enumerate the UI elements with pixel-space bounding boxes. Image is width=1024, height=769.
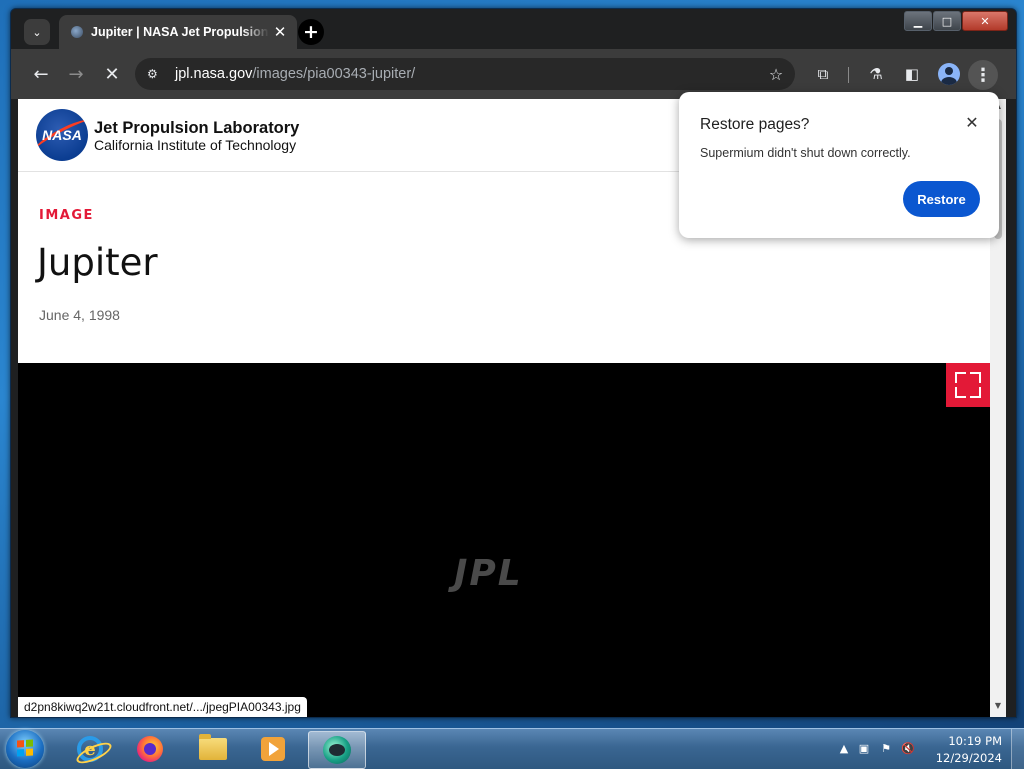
taskbar: e ▲ ▣ ⚑ 🔇 10:19 PM 12/29/2024 xyxy=(0,728,1024,769)
extensions-icon[interactable]: ⧉ xyxy=(811,62,835,86)
network-icon[interactable]: ▣ xyxy=(856,741,872,757)
tray-expand-icon[interactable]: ▲ xyxy=(836,741,852,757)
lab-name[interactable]: Jet Propulsion Laboratory xyxy=(94,119,299,138)
title-bar: ⌄ Jupiter | NASA Jet Propulsion Laborato… xyxy=(11,9,1016,49)
tab-title: Jupiter | NASA Jet Propulsion Laboratory xyxy=(91,25,269,39)
stop-loading-button[interactable]: ✕ xyxy=(99,61,125,87)
fullscreen-icon xyxy=(955,372,966,383)
fullscreen-corner xyxy=(955,387,966,398)
link-status-bubble: d2pn8kiwq2w21t.cloudfront.net/.../jpegPI… xyxy=(18,697,307,717)
start-button[interactable] xyxy=(6,730,44,768)
supermium-icon xyxy=(323,736,351,764)
media-player-icon xyxy=(261,737,285,761)
profile-avatar[interactable] xyxy=(938,63,960,85)
publish-date: June 4, 1998 xyxy=(39,307,120,323)
side-panel-icon[interactable]: ◧ xyxy=(900,62,924,86)
taskbar-file-explorer[interactable] xyxy=(185,731,241,767)
taskbar-firefox[interactable] xyxy=(122,731,178,767)
nasa-logo-text: NASA xyxy=(42,127,82,143)
fullscreen-corner xyxy=(970,387,981,398)
restore-dialog-message: Supermium didn't shut down correctly. xyxy=(700,146,911,160)
browser-tab[interactable]: Jupiter | NASA Jet Propulsion Laboratory… xyxy=(59,15,297,49)
labs-icon[interactable]: ⚗ xyxy=(864,62,888,86)
forward-button[interactable]: → xyxy=(63,61,89,87)
tab-close-icon[interactable]: ✕ xyxy=(269,23,291,41)
internet-explorer-icon: e xyxy=(77,736,103,762)
volume-muted-icon[interactable]: 🔇 xyxy=(900,741,916,757)
nasa-logo[interactable]: NASA xyxy=(36,109,88,161)
url-text[interactable]: jpl.nasa.gov/images/pia00343-jupiter/ xyxy=(175,66,761,82)
restore-pages-dialog: Restore pages? ✕ Supermium didn't shut d… xyxy=(679,92,999,238)
tab-search-button[interactable]: ⌄ xyxy=(24,19,50,45)
file-explorer-icon xyxy=(199,734,227,760)
fullscreen-button[interactable] xyxy=(946,363,990,407)
url-path: /images/pia00343-jupiter/ xyxy=(252,66,416,82)
page-title: Jupiter xyxy=(37,241,158,284)
taskbar-internet-explorer[interactable]: e xyxy=(62,731,118,767)
close-window-button[interactable]: ✕ xyxy=(962,11,1008,31)
restore-button[interactable]: Restore xyxy=(903,181,980,217)
minimize-button[interactable]: ▁ xyxy=(904,11,932,31)
jpl-favicon-icon xyxy=(71,26,83,38)
fullscreen-corner xyxy=(970,372,981,383)
restore-dialog-title: Restore pages? xyxy=(700,116,810,133)
dialog-close-icon[interactable]: ✕ xyxy=(961,112,983,134)
lab-subtitle[interactable]: California Institute of Technology xyxy=(94,137,296,153)
taskbar-media-player[interactable] xyxy=(245,731,301,767)
window-controls: ▁ □ ✕ xyxy=(904,11,1008,31)
site-settings-icon[interactable]: ⚙ xyxy=(147,67,165,81)
back-button[interactable]: ← xyxy=(28,61,54,87)
bookmark-star-icon[interactable]: ☆ xyxy=(761,65,791,84)
image-viewer[interactable]: JPL d2pn8kiwq2w21t.cloudfront.net/.../jp… xyxy=(18,363,990,717)
action-center-flag-icon[interactable]: ⚑ xyxy=(878,741,894,757)
browser-menu-button[interactable]: ⋮ xyxy=(968,60,998,90)
clock-date[interactable]: 12/29/2024 xyxy=(936,751,1002,765)
system-tray: ▲ ▣ ⚑ 🔇 10:19 PM 12/29/2024 xyxy=(834,729,1024,769)
show-desktop-button[interactable] xyxy=(1011,729,1024,769)
toolbar-divider xyxy=(848,67,849,83)
firefox-icon xyxy=(137,736,163,762)
url-host: jpl.nasa.gov xyxy=(175,66,253,82)
scroll-down-icon[interactable]: ▼ xyxy=(990,701,1006,715)
maximize-button[interactable]: □ xyxy=(933,11,961,31)
new-tab-button[interactable]: + xyxy=(298,19,324,45)
address-bar[interactable]: ⚙ jpl.nasa.gov/images/pia00343-jupiter/ … xyxy=(135,58,795,90)
jpl-loading-logo: JPL xyxy=(454,553,523,594)
taskbar-supermium[interactable] xyxy=(308,731,366,769)
content-type-label: IMAGE xyxy=(39,208,94,223)
clock-time[interactable]: 10:19 PM xyxy=(948,734,1002,748)
